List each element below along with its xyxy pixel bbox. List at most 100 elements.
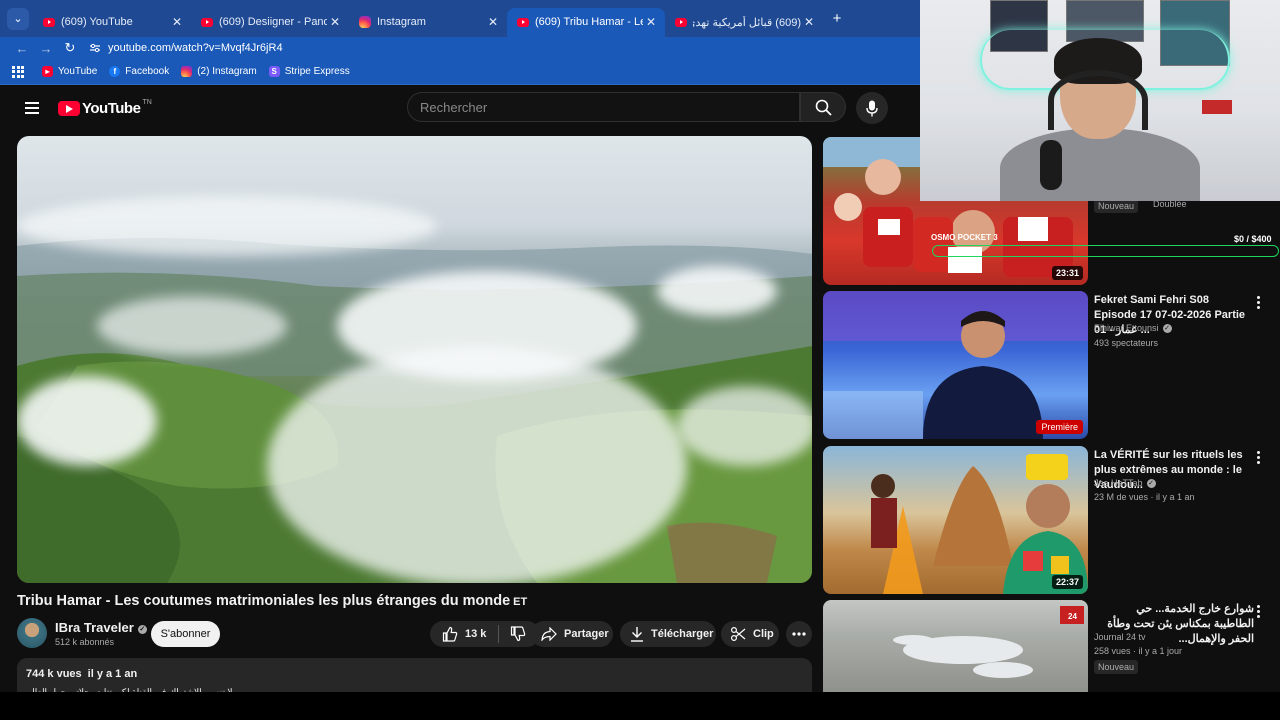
video-thumbnail[interactable]: Première xyxy=(823,291,1088,439)
voice-search-button[interactable] xyxy=(856,92,888,124)
dislike-button[interactable] xyxy=(510,626,533,642)
close-tab-icon[interactable]: ✕ xyxy=(169,15,185,29)
video-thumbnail[interactable]: 22:37 xyxy=(823,446,1088,594)
bookmark-facebook[interactable]: f Facebook xyxy=(109,66,169,77)
video-thumbnail[interactable]: 24 xyxy=(823,600,1088,693)
logo-wordmark: YouTube xyxy=(82,99,141,117)
video-duration: 22:37 xyxy=(1051,575,1083,589)
bookmark-youtube[interactable]: ▸ YouTube xyxy=(42,66,97,77)
search-input[interactable]: Rechercher xyxy=(407,92,800,122)
youtube-favicon-icon xyxy=(43,17,55,27)
close-tab-icon[interactable]: ✕ xyxy=(801,15,817,29)
like-button[interactable]: 13 k xyxy=(442,626,486,642)
url-input[interactable]: youtube.com/watch?v=Mvqf4Jr6jR4 xyxy=(108,42,283,54)
tab-title: (609) YouTube xyxy=(61,16,133,28)
site-settings-icon[interactable] xyxy=(86,39,104,57)
clip-button[interactable]: Clip xyxy=(721,621,779,647)
stripe-icon: S xyxy=(268,66,280,77)
screen-bottom-bar xyxy=(0,692,1280,720)
tab-title: (609) قبائل أمريكية تهدي زوجاتهم xyxy=(693,16,801,29)
browser-tab-active[interactable]: (609) Tribu Hamar - Les coutumes✕ xyxy=(507,7,665,37)
thumbnail-ritual-art xyxy=(871,454,1088,594)
like-dislike-segment: 13 k xyxy=(430,621,540,647)
close-tab-icon[interactable]: ✕ xyxy=(327,15,343,29)
cloud-shape xyxy=(17,376,157,466)
thumbs-down-icon xyxy=(511,626,526,642)
channel-avatar[interactable] xyxy=(17,618,47,648)
video-stats: 23 M de vues · il y a 1 an xyxy=(1094,492,1195,502)
upload-age: il y a 1 an xyxy=(87,668,138,680)
share-label: Partager xyxy=(564,628,609,640)
download-icon xyxy=(631,627,643,642)
tab-title: (609) Desiigner - Panda - YouTube xyxy=(219,16,327,28)
more-actions-button[interactable] xyxy=(786,621,812,647)
cloud-shape xyxy=(97,296,287,356)
recommended-video[interactable]: 24 شوارع خارج الخدمة... حي الطاطيبة بمكن… xyxy=(823,600,1280,693)
youtube-play-icon xyxy=(58,100,80,116)
like-divider xyxy=(498,625,500,643)
bookmark-instagram[interactable]: (2) Instagram xyxy=(181,66,257,77)
scissors-icon xyxy=(730,626,746,642)
hamburger-menu-icon[interactable] xyxy=(25,99,39,117)
browser-tab[interactable]: Instagram ✕ xyxy=(349,8,507,37)
youtube-favicon-icon xyxy=(201,17,213,27)
goal-amount: $0 / $400 xyxy=(1234,234,1272,244)
subscriber-count: 512 k abonnés xyxy=(55,637,115,647)
viewer-count: 493 spectateurs xyxy=(1094,338,1159,348)
recommended-video[interactable]: Première Fekret Sami Fehri S08 Episode 1… xyxy=(823,291,1280,439)
channel-name-text: Elhiwar Ettounsi xyxy=(1094,323,1159,333)
owner-row: IBra Traveler ✓ 512 k abonnés S'abonner 1… xyxy=(17,618,817,652)
forward-arrow-icon[interactable]: → xyxy=(34,41,58,56)
video-stats: 258 vues · il y a 1 jour xyxy=(1094,646,1183,656)
thumbnail-studio-art xyxy=(823,291,1088,439)
search-icon xyxy=(815,99,832,116)
bookmark-label: Stripe Express xyxy=(284,66,350,77)
bookmark-stripe[interactable]: S Stripe Express xyxy=(268,66,350,77)
channel-name[interactable]: Elhiwar Ettounsi ✓ xyxy=(1094,323,1172,333)
thumbnail-overlay-text: OSMO POCKET 3 xyxy=(931,233,998,242)
verified-check-icon: ✓ xyxy=(137,625,147,634)
tab-search-chevron-icon[interactable]: ⌄ xyxy=(7,7,29,30)
close-tab-icon[interactable]: ✕ xyxy=(485,15,501,29)
webcam-overlay xyxy=(920,0,1280,201)
channel-name[interactable]: Joe HaTTab ✓ xyxy=(1094,478,1156,488)
youtube-favicon-icon xyxy=(517,17,529,27)
goal-progress-bar xyxy=(932,245,1279,257)
more-vertical-icon[interactable] xyxy=(1253,450,1263,465)
desk-item xyxy=(1202,100,1232,114)
subscribe-button[interactable]: S'abonner xyxy=(151,621,220,647)
instagram-favicon-icon xyxy=(359,16,371,28)
download-button[interactable]: Télécharger xyxy=(620,621,716,647)
bookmark-label: YouTube xyxy=(58,66,98,77)
back-arrow-icon[interactable]: ← xyxy=(10,41,34,56)
svg-text:24: 24 xyxy=(1068,612,1077,621)
tab-title: (609) Tribu Hamar - Les coutumes xyxy=(535,16,643,28)
browser-tab[interactable]: (609) قبائل أمريكية تهدي زوجاتهم✕ xyxy=(665,8,823,37)
channel-name[interactable]: Journal 24 tv xyxy=(1094,632,1146,642)
verified-check-icon: ✓ xyxy=(1146,479,1156,488)
channel-name[interactable]: IBra Traveler ✓ xyxy=(55,620,147,635)
youtube-logo[interactable]: YouTube TN xyxy=(58,99,152,117)
search-button[interactable] xyxy=(800,92,846,122)
cloud-shape xyxy=(17,196,437,256)
share-button[interactable]: Partager xyxy=(531,621,613,647)
browser-tab[interactable]: (609) Desiigner - Panda - YouTube✕ xyxy=(191,8,349,37)
reload-icon[interactable]: ↻ xyxy=(58,40,82,56)
view-count: 744 k vues xyxy=(26,668,82,680)
recommended-video[interactable]: 22:37 La VÉRITÉ sur les rituels les plus… xyxy=(823,446,1280,594)
clip-label: Clip xyxy=(753,628,774,640)
new-badge: Nouveau xyxy=(1094,199,1139,213)
title-suffix: ET xyxy=(513,596,528,608)
verified-check-icon: ✓ xyxy=(1162,324,1172,333)
video-player[interactable] xyxy=(17,136,812,583)
premiere-badge: Première xyxy=(1036,420,1083,434)
close-tab-icon[interactable]: ✕ xyxy=(643,15,659,29)
apps-grid-icon[interactable] xyxy=(12,65,24,78)
more-vertical-icon[interactable] xyxy=(1253,295,1263,310)
more-vertical-icon[interactable] xyxy=(1253,604,1263,619)
microphone-icon xyxy=(866,100,878,116)
browser-tab[interactable]: (609) YouTube ✕ xyxy=(33,8,191,37)
instagram-icon xyxy=(181,66,193,77)
new-tab-plus-icon[interactable]: + xyxy=(823,10,851,27)
headphones-icon xyxy=(1048,70,1148,130)
